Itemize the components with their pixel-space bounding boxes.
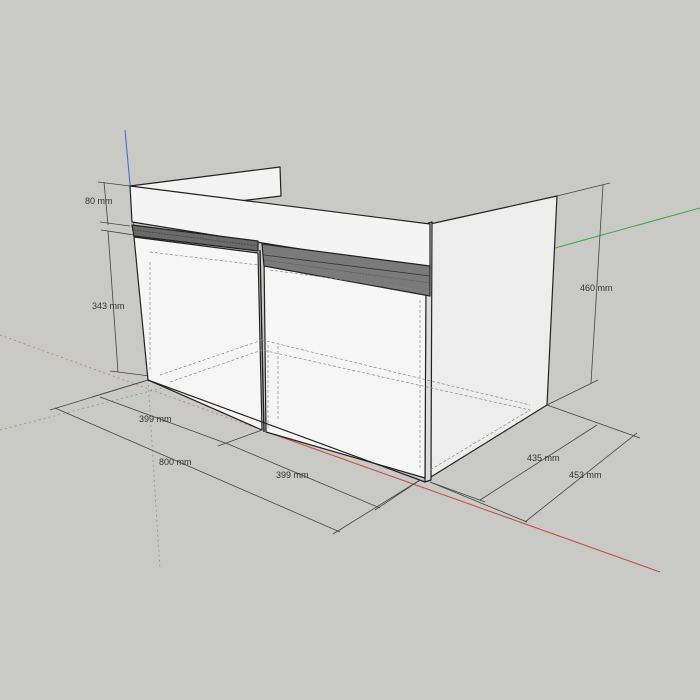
dim-door-height: 343 mm — [92, 301, 125, 311]
dim-inner-depth: 435 mm — [527, 453, 560, 463]
dim-total-depth: 453 mm — [569, 470, 602, 480]
dim-total-height: 460 mm — [580, 283, 613, 293]
dim-right-door-width: 399 mm — [276, 470, 309, 480]
dim-top-rail-height: 80 mm — [85, 196, 113, 206]
right-side-panel — [425, 195, 558, 481]
blue-axis-dotted — [147, 379, 161, 571]
dim-left-door-width: 399 mm — [139, 414, 172, 424]
model-canvas: 80 mm 343 mm 460 mm 399 mm 800 mm 399 mm… — [0, 129, 700, 573]
left-door[interactable] — [133, 236, 263, 431]
green-axis — [554, 207, 700, 249]
sketchup-viewport[interactable]: 80 mm 343 mm 460 mm 399 mm 800 mm 399 mm… — [0, 0, 700, 700]
dim-total-width: 800 mm — [159, 457, 192, 467]
cabinet-model[interactable] — [129, 166, 558, 483]
